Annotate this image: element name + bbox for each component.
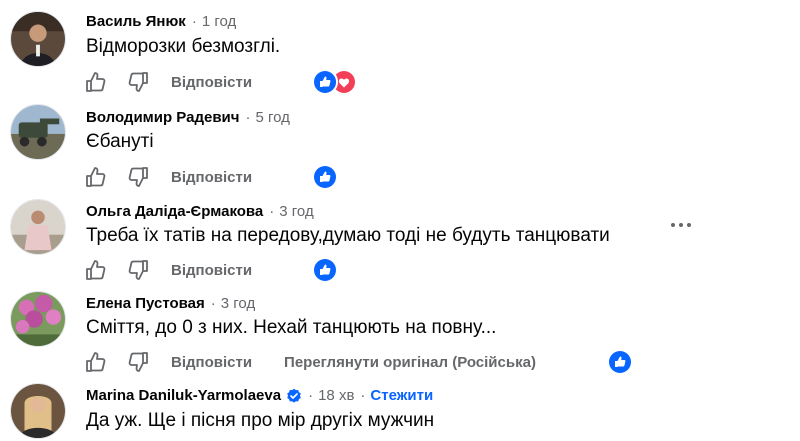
see-original-button[interactable]: Переглянути оригінал (Російська) — [284, 354, 536, 371]
follow-button[interactable]: Стежити — [370, 387, 433, 404]
timestamp[interactable]: 3 год — [221, 295, 255, 312]
avatar[interactable] — [10, 383, 66, 439]
author-name[interactable]: Marina Daniluk-Yarmolaeva — [86, 387, 281, 404]
timestamp[interactable]: 18 хв — [318, 387, 354, 404]
avatar[interactable] — [10, 11, 66, 67]
comment-header: Елена Пустовая · 3 год — [86, 295, 255, 312]
comment-header: Володимир Радевич · 5 год — [86, 109, 290, 126]
like-outline-icon[interactable] — [82, 164, 108, 190]
comment-text: Да уж. Ще і пісня про мір другіх мужчин — [86, 410, 435, 431]
comment: Ольга Даліда-Єрмакова · 3 год Треба їх т… — [0, 195, 800, 287]
comment-actions: Відповісти — [82, 164, 252, 190]
reaction-summary[interactable] — [607, 349, 633, 375]
comment: Елена Пустовая · 3 год Сміття, до 0 з ни… — [0, 287, 800, 379]
like-icon — [312, 164, 338, 190]
dislike-outline-icon[interactable] — [126, 164, 152, 190]
reply-button[interactable]: Відповісти — [171, 262, 252, 279]
separator-dot: · — [360, 387, 366, 404]
reply-button[interactable]: Відповісти — [171, 74, 252, 91]
comment: Marina Daniluk-Yarmolaeva · 18 хв · Стеж… — [0, 379, 800, 441]
reaction-summary[interactable] — [312, 164, 338, 190]
avatar[interactable] — [10, 199, 66, 255]
like-icon — [607, 349, 633, 375]
dislike-outline-icon[interactable] — [126, 257, 152, 283]
comment: Василь Янюк · 1 год Відморозки безмозглі… — [0, 0, 800, 100]
comment-header: Ольга Даліда-Єрмакова · 3 год — [86, 203, 314, 220]
like-icon — [312, 257, 338, 283]
timestamp[interactable]: 5 год — [255, 109, 289, 126]
timestamp[interactable]: 1 год — [202, 13, 236, 30]
separator-dot: · — [308, 387, 314, 404]
avatar[interactable] — [10, 291, 66, 347]
like-outline-icon[interactable] — [82, 69, 108, 95]
more-options-icon[interactable] — [667, 215, 695, 235]
comment-actions: Відповісти — [82, 257, 252, 283]
reply-button[interactable]: Відповісти — [171, 354, 252, 371]
separator-dot: · — [269, 203, 275, 220]
dislike-outline-icon[interactable] — [126, 69, 152, 95]
comment-text: Сміття, до 0 з них. Нехай танцюють на по… — [86, 317, 497, 338]
separator-dot: · — [245, 109, 251, 126]
comment-text: Єбануті — [86, 131, 154, 152]
comment: Володимир Радевич · 5 год Єбануті Відпов… — [0, 100, 800, 195]
like-icon — [312, 69, 338, 95]
comment-header: Василь Янюк · 1 год — [86, 13, 236, 30]
reaction-summary[interactable] — [312, 257, 338, 283]
author-name[interactable]: Василь Янюк — [86, 13, 186, 30]
like-outline-icon[interactable] — [82, 349, 108, 375]
dislike-outline-icon[interactable] — [126, 349, 152, 375]
separator-dot: · — [191, 13, 197, 30]
timestamp[interactable]: 3 год — [279, 203, 313, 220]
like-outline-icon[interactable] — [82, 257, 108, 283]
author-name[interactable]: Ольга Даліда-Єрмакова — [86, 203, 263, 220]
avatar[interactable] — [10, 104, 66, 160]
comment-header: Marina Daniluk-Yarmolaeva · 18 хв · Стеж… — [86, 387, 433, 404]
comment-text: Треба їх татів на передову,думаю тоді не… — [86, 225, 610, 246]
separator-dot: · — [210, 295, 216, 312]
comment-actions: Відповісти Переглянути оригінал (Російсь… — [82, 349, 536, 375]
author-name[interactable]: Володимир Радевич — [86, 109, 239, 126]
reaction-summary[interactable] — [312, 69, 357, 95]
comment-text: Відморозки безмозглі. — [86, 36, 281, 57]
author-name[interactable]: Елена Пустовая — [86, 295, 205, 312]
verified-badge-icon — [286, 388, 302, 404]
reply-button[interactable]: Відповісти — [171, 169, 252, 186]
comment-actions: Відповісти — [82, 69, 252, 95]
